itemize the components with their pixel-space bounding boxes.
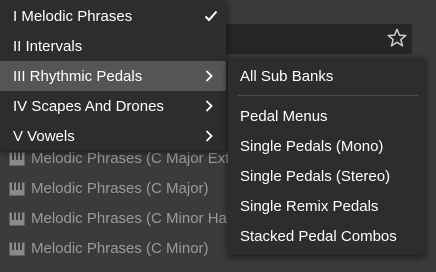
submenu-item-label: Single Pedals (Stereo) [240,168,391,185]
row-label: Melodic Phrases (C Major) [31,180,209,197]
chevron-right-icon [205,70,213,82]
submenu-item-label: Stacked Pedal Combos [240,228,397,245]
menu-item-scapes-and-drones[interactable]: IV Scapes And Drones [0,91,226,121]
row-label: Melodic Phrases (C Minor) [31,240,209,257]
menu-divider [238,95,418,96]
submenu-item-single-pedals-mono[interactable]: Single Pedals (Mono) [228,131,425,161]
piano-icon [9,152,25,166]
piano-icon [9,182,25,196]
menu-item-vowels[interactable]: V Vowels [0,121,226,151]
submenu-item-single-pedals-stereo[interactable]: Single Pedals (Stereo) [228,161,425,191]
menu-item-rhythmic-pedals[interactable]: III Rhythmic Pedals [0,61,226,91]
bank-menu: I Melodic Phrases II Intervals III Rhyth… [0,0,226,150]
piano-icon [9,212,25,226]
menu-item-label: IV Scapes And Drones [13,98,164,115]
piano-icon [9,242,25,256]
menu-item-intervals[interactable]: II Intervals [0,31,226,61]
submenu-item-single-remix-pedals[interactable]: Single Remix Pedals [228,191,425,221]
sub-bank-menu: All Sub Banks Pedal Menus Single Pedals … [228,58,425,255]
checkmark-icon [204,10,218,22]
submenu-item-stacked-pedal-combos[interactable]: Stacked Pedal Combos [228,221,425,251]
submenu-item-pedal-menus[interactable]: Pedal Menus [228,101,425,131]
menu-item-melodic-phrases[interactable]: I Melodic Phrases [0,1,226,31]
row-label: Melodic Phrases (C Minor Ha [31,210,227,227]
submenu-item-all-sub-banks[interactable]: All Sub Banks [228,61,425,91]
menu-item-label: I Melodic Phrases [13,8,133,25]
submenu-item-label: Single Remix Pedals [240,198,379,215]
submenu-item-label: All Sub Banks [240,68,334,85]
chevron-right-icon [205,130,213,142]
row-label: Melodic Phrases (C Major Ext [31,150,230,167]
chevron-right-icon [205,100,213,112]
star-icon[interactable] [386,27,408,49]
submenu-item-label: Pedal Menus [240,108,328,125]
menu-item-label: V Vowels [13,128,75,145]
search-field[interactable]: t) [205,24,412,54]
submenu-item-label: Single Pedals (Mono) [240,138,384,155]
menu-item-label: II Intervals [13,38,83,55]
menu-item-label: III Rhythmic Pedals [13,68,143,85]
